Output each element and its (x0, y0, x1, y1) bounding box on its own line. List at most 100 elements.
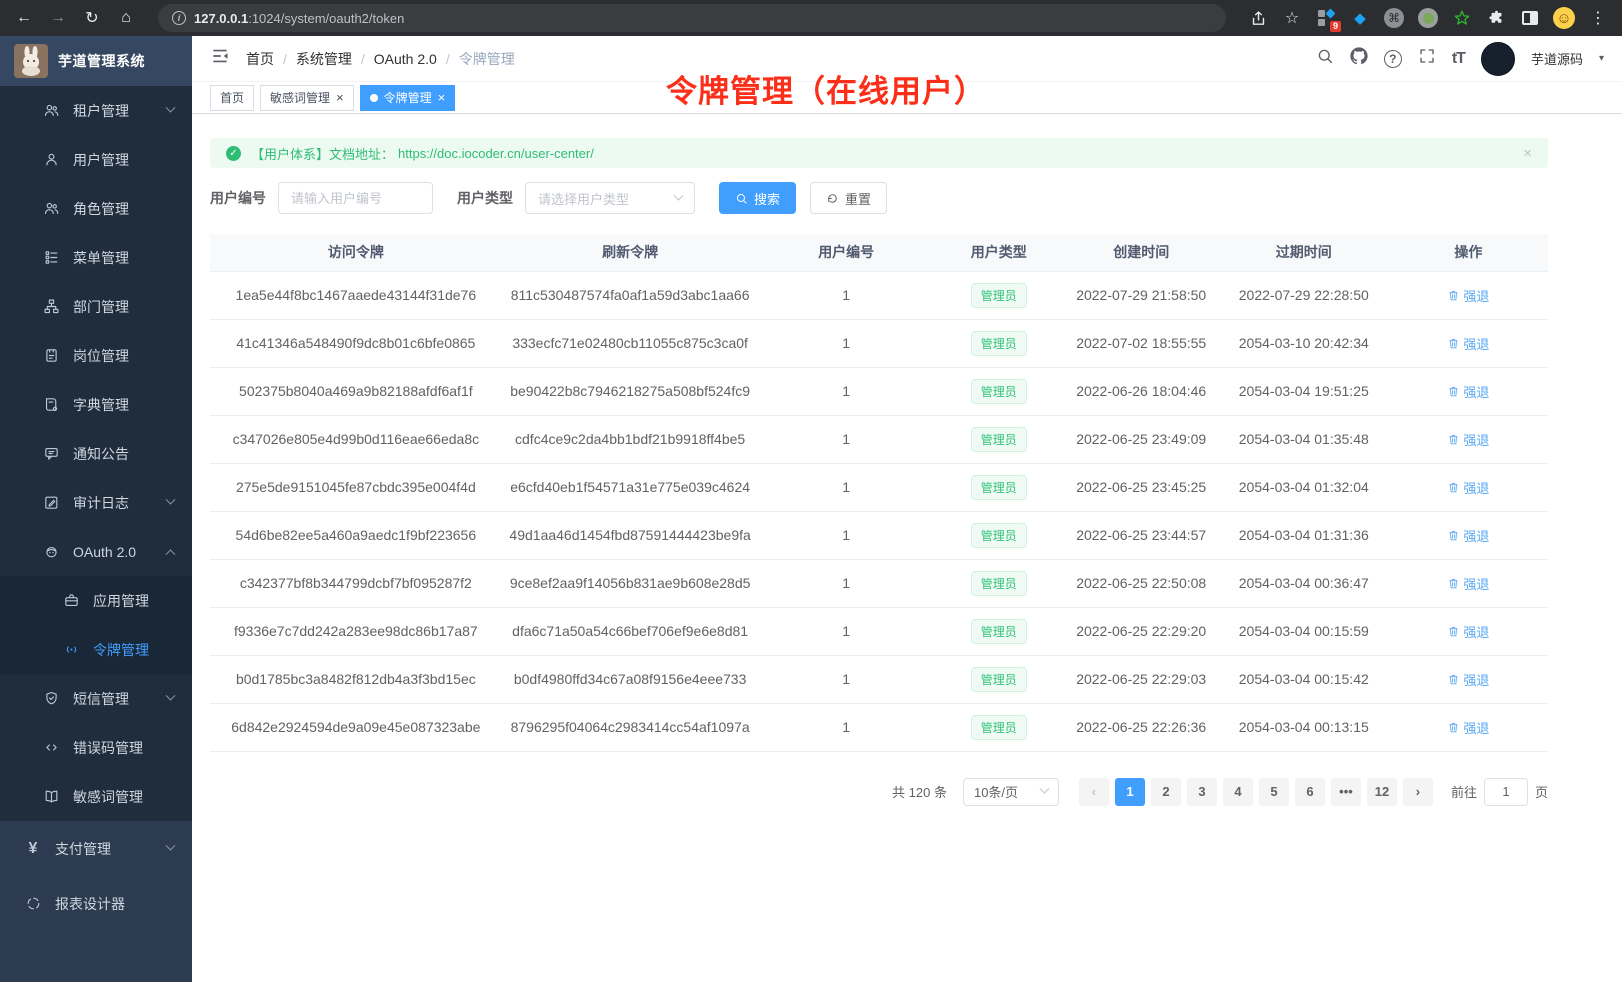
sidebar-item-role[interactable]: 角色管理 (0, 184, 192, 233)
sidebar-item-dept[interactable]: 部门管理 (0, 282, 192, 331)
created-cell: 2022-06-25 22:29:03 (1064, 655, 1219, 703)
force-logout-button[interactable]: 强退 (1447, 478, 1489, 497)
table-row: b0d1785bc3a8482f812db4a3f3bd15ec b0df498… (210, 655, 1548, 703)
force-logout-button[interactable]: 强退 (1447, 526, 1489, 545)
breadcrumb-system[interactable]: 系统管理 (296, 49, 352, 69)
sidebar-item-oauth2[interactable]: OAuth 2.0 (0, 527, 192, 576)
bookmark-star-icon[interactable]: ☆ (1280, 6, 1304, 30)
search-button[interactable]: 搜索 (719, 182, 796, 214)
sidebar-item-pay[interactable]: ¥ 支付管理 (0, 821, 192, 876)
trash-icon (1447, 529, 1460, 542)
command-extension-icon[interactable]: ⌘ (1382, 6, 1406, 30)
sidebar-item-sms[interactable]: 短信管理 (0, 674, 192, 723)
close-icon[interactable]: × (438, 91, 446, 104)
force-logout-button[interactable]: 强退 (1447, 670, 1489, 689)
breadcrumb-current: 令牌管理 (459, 49, 515, 69)
close-icon[interactable]: × (336, 91, 344, 104)
sidebar-item-tenant[interactable]: 租户管理 (0, 86, 192, 135)
user-avatar[interactable] (1481, 42, 1515, 76)
user-type-badge: 管理员 (971, 523, 1027, 548)
puzzle-extensions-icon[interactable] (1484, 6, 1508, 30)
page-button-5[interactable]: 5 (1259, 778, 1289, 806)
tab-token[interactable]: 令牌管理 × (360, 85, 456, 111)
user-id-input[interactable] (278, 182, 433, 214)
page-ellipsis-button[interactable]: ••• (1331, 778, 1361, 806)
green-star-extension-icon[interactable] (1450, 6, 1474, 30)
user-id-cell: 1 (759, 271, 934, 319)
goto-page-input[interactable] (1484, 778, 1528, 806)
github-icon[interactable] (1350, 47, 1368, 70)
sidebar-item-menu[interactable]: 菜单管理 (0, 233, 192, 282)
org-tree-icon (42, 298, 60, 316)
user-id-cell: 1 (759, 463, 934, 511)
tab-sensitive-word[interactable]: 敏感词管理 × (260, 85, 354, 111)
page-button-6[interactable]: 6 (1295, 778, 1325, 806)
share-icon[interactable] (1246, 6, 1270, 30)
sidebar-item-dict[interactable]: 字典管理 (0, 380, 192, 429)
page-button-3[interactable]: 3 (1187, 778, 1217, 806)
browser-menu-icon[interactable]: ⋮ (1586, 6, 1610, 30)
sidebar-item-sensitive-word[interactable]: 敏感词管理 (0, 772, 192, 821)
page-size-select[interactable]: 10条/页 (963, 778, 1059, 806)
access-token-cell: c347026e805e4d99b0d116eae66eda8c (210, 415, 502, 463)
help-icon[interactable]: ? (1384, 50, 1402, 68)
reload-icon[interactable]: ↻ (80, 6, 104, 30)
font-size-icon[interactable]: tT (1452, 50, 1465, 68)
alert-text: 【用户体系】文档地址： (251, 144, 394, 163)
alert-close-icon[interactable]: × (1523, 145, 1532, 162)
page-button-1[interactable]: 1 (1115, 778, 1145, 806)
extension-badge-icon[interactable]: 9 (1314, 6, 1338, 30)
prev-page-button[interactable]: ‹ (1079, 778, 1109, 806)
fullscreen-icon[interactable] (1418, 47, 1436, 70)
sidebar-item-error-code[interactable]: 错误码管理 (0, 723, 192, 772)
recorder-extension-icon[interactable] (1416, 6, 1440, 30)
page-button-4[interactable]: 4 (1223, 778, 1253, 806)
yen-icon: ¥ (24, 840, 42, 858)
site-info-icon[interactable]: i (172, 11, 186, 25)
force-logout-button[interactable]: 强退 (1447, 382, 1489, 401)
force-logout-button[interactable]: 强退 (1447, 286, 1489, 305)
user-type-badge: 管理员 (971, 379, 1027, 404)
breadcrumb-oauth2[interactable]: OAuth 2.0 (374, 51, 437, 67)
force-logout-button[interactable]: 强退 (1447, 334, 1489, 353)
expires-cell: 2054-03-10 20:42:34 (1219, 319, 1389, 367)
sidebar-item-user[interactable]: 用户管理 (0, 135, 192, 184)
username[interactable]: 芋道源码 (1531, 49, 1583, 68)
sidebar-item-notice[interactable]: 通知公告 (0, 429, 192, 478)
collapse-sidebar-icon[interactable] (210, 46, 230, 71)
force-logout-button[interactable]: 强退 (1447, 718, 1489, 737)
user-type-select[interactable]: 请选择用户类型 (525, 182, 695, 214)
caret-down-icon[interactable]: ▾ (1599, 53, 1604, 64)
user-id-cell: 1 (759, 655, 934, 703)
page-button-2[interactable]: 2 (1151, 778, 1181, 806)
sidebar-item-audit-log[interactable]: 审计日志 (0, 478, 192, 527)
profile-avatar-icon[interactable]: ☺ (1552, 6, 1576, 30)
side-panel-icon[interactable] (1518, 6, 1542, 30)
home-icon[interactable]: ⌂ (114, 6, 138, 30)
page-button-12[interactable]: 12 (1367, 778, 1397, 806)
table-row: 502375b8040a469a9b82188afdf6af1f be90422… (210, 367, 1548, 415)
search-icon[interactable] (1316, 47, 1334, 70)
access-token-cell: 1ea5e44f8bc1467aaede43144f31de76 (210, 271, 502, 319)
gem-extension-icon[interactable]: ◆ (1348, 6, 1372, 30)
tab-home[interactable]: 首页 (210, 85, 254, 111)
forward-icon[interactable]: → (46, 6, 70, 30)
force-logout-button[interactable]: 强退 (1447, 622, 1489, 641)
sidebar-item-oauth2-app[interactable]: 应用管理 (0, 576, 192, 625)
reset-button[interactable]: 重置 (810, 182, 887, 214)
sidebar-item-post[interactable]: 岗位管理 (0, 331, 192, 380)
app-logo[interactable]: 芋道管理系统 (0, 36, 192, 86)
sidebar-item-report-designer[interactable]: 报表设计器 (0, 876, 192, 931)
force-logout-button[interactable]: 强退 (1447, 574, 1489, 593)
refresh-token-cell: 49d1aa46d1454fbd87591444423be9fa (502, 511, 759, 559)
trash-icon (1447, 289, 1460, 302)
sidebar-item-oauth2-token[interactable]: 令牌管理 (0, 625, 192, 674)
next-page-button[interactable]: › (1403, 778, 1433, 806)
force-logout-button[interactable]: 强退 (1447, 430, 1489, 449)
trash-icon (1447, 673, 1460, 686)
address-bar[interactable]: i 127.0.0.1:1024/system/oauth2/token (158, 4, 1226, 32)
alert-link[interactable]: https://doc.iocoder.cn/user-center/ (398, 146, 594, 161)
tree-list-icon (42, 249, 60, 267)
back-icon[interactable]: ← (12, 6, 36, 30)
breadcrumb-home[interactable]: 首页 (246, 49, 274, 69)
